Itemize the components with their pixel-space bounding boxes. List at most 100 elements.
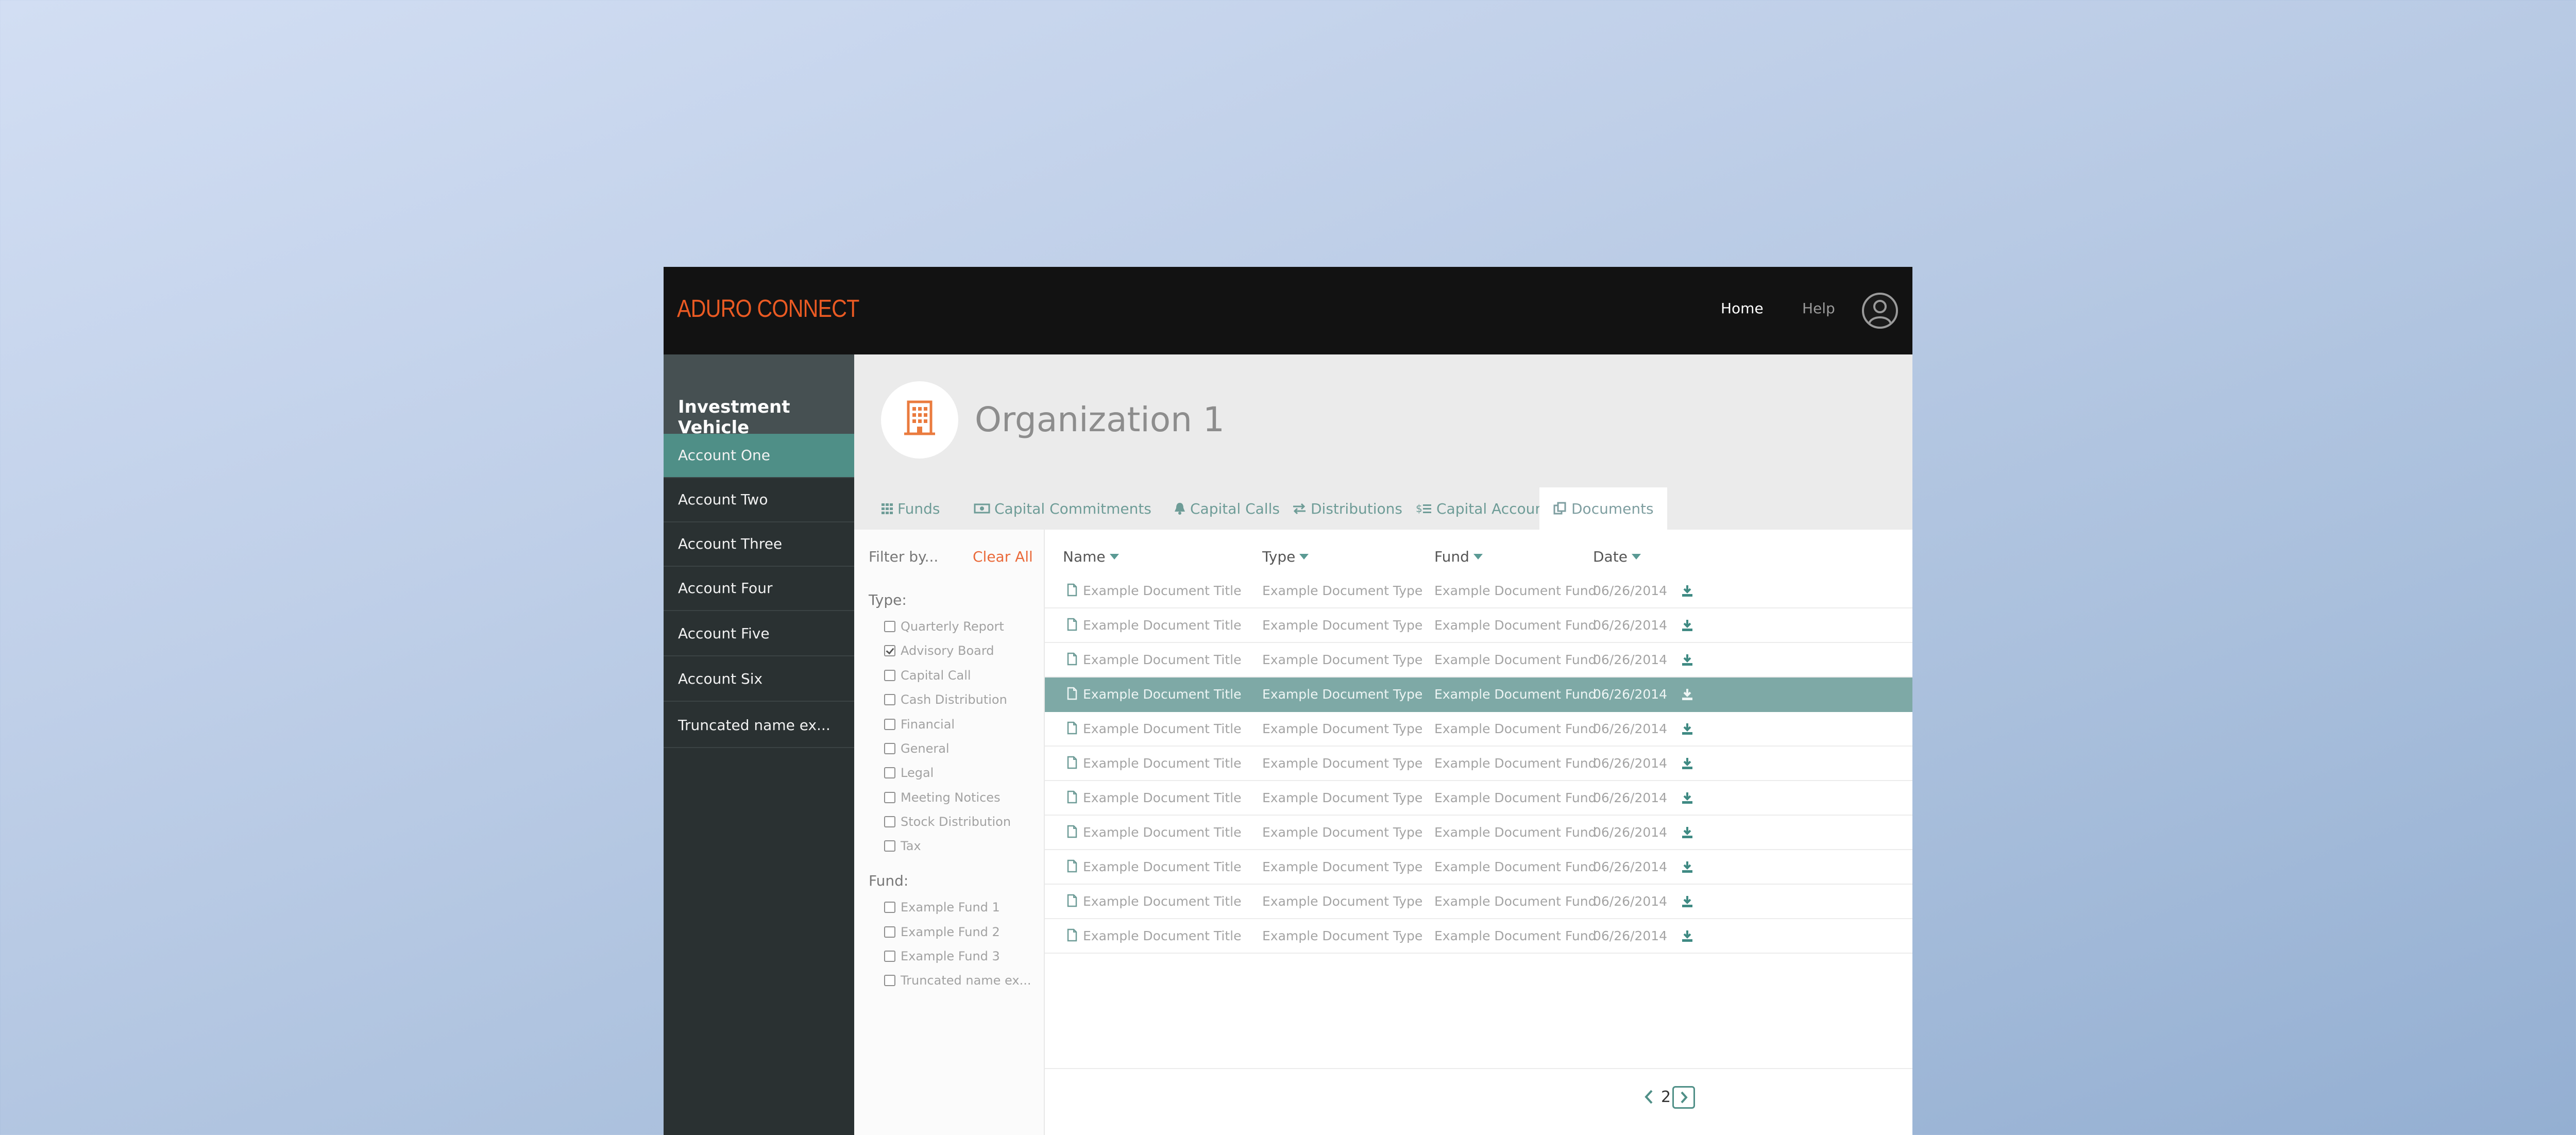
download-icon[interactable] — [1681, 584, 1694, 598]
filter-option-cash-distribution[interactable]: Cash Distribution — [884, 691, 1007, 708]
clear-all-link[interactable]: Clear All — [973, 548, 1033, 565]
table-row[interactable]: Example Document Title Example Document T… — [1045, 885, 1912, 919]
filter-option-general[interactable]: General — [884, 740, 950, 757]
sidebar-item-account-five[interactable]: Account Five — [664, 612, 854, 656]
checkbox[interactable] — [884, 951, 895, 962]
download-icon[interactable] — [1681, 929, 1694, 943]
chevron-right-icon — [1681, 1091, 1688, 1104]
document-type: Example Document Type — [1262, 721, 1423, 736]
column-header-name[interactable]: Name — [1063, 548, 1119, 565]
download-icon[interactable] — [1681, 722, 1694, 736]
table-row[interactable]: Example Document Title Example Document T… — [1045, 781, 1912, 816]
filter-option-financial[interactable]: Financial — [884, 716, 955, 733]
table-row[interactable]: Example Document Title Example Document T… — [1045, 816, 1912, 850]
filter-option-example-fund-1[interactable]: Example Fund 1 — [884, 899, 1000, 916]
sidebar-item-truncated[interactable]: Truncated name ex... — [664, 704, 854, 748]
table-row[interactable]: Example Document Title Example Document T… — [1045, 643, 1912, 677]
tab-capital-accounts[interactable]: $ Capital Accounts — [1416, 487, 1557, 530]
table-row[interactable]: Example Document Title Example Document T… — [1045, 850, 1912, 885]
checkbox[interactable] — [884, 792, 895, 803]
tab-capital-commitments[interactable]: Capital Commitments — [974, 487, 1151, 530]
document-name[interactable]: Example Document Title — [1083, 894, 1241, 909]
checkbox[interactable] — [884, 621, 895, 632]
tab-distributions[interactable]: Distributions — [1292, 487, 1402, 530]
filter-option-truncated-fund[interactable]: Truncated name ex... — [884, 972, 1031, 989]
checkbox[interactable] — [884, 816, 895, 827]
column-header-date[interactable]: Date — [1593, 548, 1641, 565]
nav-help-link[interactable]: Help — [1802, 300, 1835, 317]
nav-home-link[interactable]: Home — [1721, 300, 1764, 317]
table-row[interactable]: Example Document Title Example Document T… — [1045, 919, 1912, 954]
filter-option-meeting-notices[interactable]: Meeting Notices — [884, 789, 1001, 806]
filter-option-stock-distribution[interactable]: Stock Distribution — [884, 813, 1011, 831]
document-fund: Example Document Fund — [1434, 756, 1597, 771]
table-row[interactable]: Example Document Title Example Document T… — [1045, 747, 1912, 781]
checkbox-checked[interactable] — [884, 645, 895, 656]
document-name[interactable]: Example Document Title — [1083, 790, 1241, 805]
checkbox[interactable] — [884, 694, 895, 705]
download-icon[interactable] — [1681, 653, 1694, 667]
tab-funds[interactable]: Funds — [881, 487, 940, 530]
sidebar-item-account-two[interactable]: Account Two — [664, 478, 854, 522]
document-name[interactable]: Example Document Title — [1083, 859, 1241, 874]
download-icon[interactable] — [1681, 791, 1694, 805]
filter-option-advisory-board[interactable]: Advisory Board — [884, 642, 994, 659]
table-row[interactable]: Example Document Title Example Document T… — [1045, 712, 1912, 747]
download-icon[interactable] — [1681, 895, 1694, 908]
app-window: ADURO CONNECT Home Help Investment Vehic… — [664, 267, 1912, 1135]
document-name[interactable]: Example Document Title — [1083, 825, 1241, 840]
filter-option-example-fund-3[interactable]: Example Fund 3 — [884, 947, 1000, 965]
filter-option-capital-call[interactable]: Capital Call — [884, 667, 971, 684]
download-icon[interactable] — [1681, 757, 1694, 770]
document-fund: Example Document Fund — [1434, 928, 1597, 943]
sidebar-item-account-three[interactable]: Account Three — [664, 522, 854, 567]
dollar-list-icon: $ — [1416, 502, 1431, 515]
prev-page-icon[interactable] — [1643, 1089, 1655, 1107]
download-icon[interactable] — [1681, 688, 1694, 701]
document-name[interactable]: Example Document Title — [1083, 652, 1241, 667]
checkbox[interactable] — [884, 975, 895, 986]
document-name[interactable]: Example Document Title — [1083, 687, 1241, 702]
document-type: Example Document Type — [1262, 652, 1423, 667]
download-icon[interactable] — [1681, 860, 1694, 874]
sidebar-item-account-six[interactable]: Account Six — [664, 657, 854, 702]
table-row[interactable]: Example Document Title Example Document T… — [1045, 574, 1912, 608]
checkbox[interactable] — [884, 902, 895, 913]
column-header-fund[interactable]: Fund — [1434, 548, 1483, 565]
document-icon — [1067, 894, 1077, 907]
tab-documents[interactable]: Documents — [1539, 487, 1667, 530]
checkbox[interactable] — [884, 767, 895, 778]
filter-option-example-fund-2[interactable]: Example Fund 2 — [884, 923, 1000, 941]
brand-logo[interactable]: ADURO CONNECT — [677, 295, 859, 323]
sidebar-item-account-one[interactable]: Account One — [664, 434, 854, 478]
download-icon[interactable] — [1681, 826, 1694, 839]
sidebar-item-account-four[interactable]: Account Four — [664, 567, 854, 611]
filter-option-legal[interactable]: Legal — [884, 764, 934, 782]
document-fund: Example Document Fund — [1434, 894, 1597, 909]
user-avatar-icon[interactable] — [1862, 293, 1898, 329]
document-type: Example Document Type — [1262, 894, 1423, 909]
document-date: 06/26/2014 — [1593, 859, 1668, 874]
checkbox[interactable] — [884, 743, 895, 754]
table-row[interactable]: Example Document Title Example Document T… — [1045, 677, 1912, 712]
checkbox[interactable] — [884, 840, 895, 852]
document-icon — [1067, 928, 1077, 942]
document-name[interactable]: Example Document Title — [1083, 583, 1241, 598]
table-row[interactable]: Example Document Title Example Document T… — [1045, 608, 1912, 643]
filter-option-quarterly-report[interactable]: Quarterly Report — [884, 618, 1004, 635]
document-fund: Example Document Fund — [1434, 721, 1597, 736]
download-icon[interactable] — [1681, 619, 1694, 632]
next-page-button[interactable] — [1672, 1086, 1695, 1109]
money-icon — [974, 503, 990, 514]
column-header-type[interactable]: Type — [1262, 548, 1309, 565]
document-date: 06/26/2014 — [1593, 894, 1668, 909]
filter-option-tax[interactable]: Tax — [884, 837, 921, 855]
checkbox[interactable] — [884, 926, 895, 938]
tab-capital-calls[interactable]: Capital Calls — [1174, 487, 1280, 530]
document-name[interactable]: Example Document Title — [1083, 618, 1241, 633]
document-name[interactable]: Example Document Title — [1083, 721, 1241, 736]
checkbox[interactable] — [884, 670, 895, 681]
document-name[interactable]: Example Document Title — [1083, 928, 1241, 943]
checkbox[interactable] — [884, 719, 895, 730]
document-name[interactable]: Example Document Title — [1083, 756, 1241, 771]
